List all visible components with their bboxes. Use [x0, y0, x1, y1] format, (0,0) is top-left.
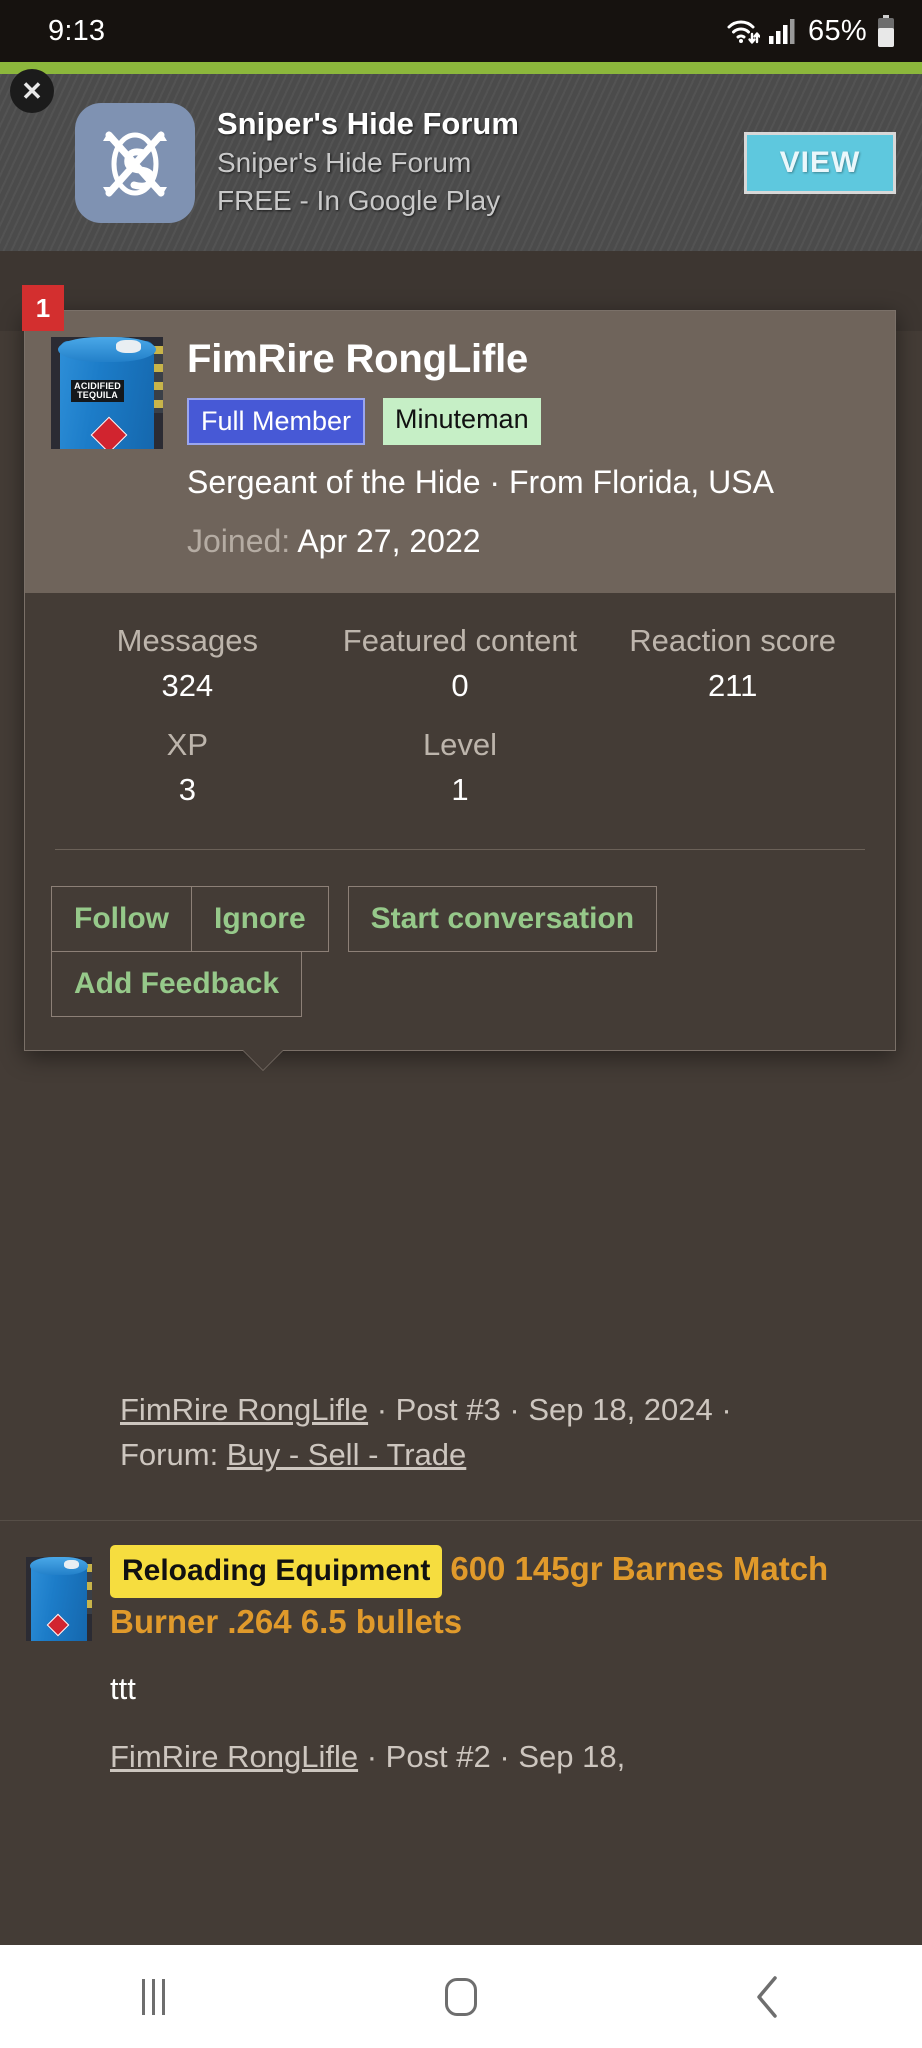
profile-card-divider [55, 849, 865, 851]
post-thumbnail [26, 1557, 92, 1641]
post-list-separator [0, 1520, 922, 1521]
post-meta-top-forum-label: Forum: [120, 1436, 227, 1472]
stats-row-1: Messages 324 Featured content 0 Reaction… [51, 619, 869, 719]
post-meta-top-forum-link[interactable]: Buy - Sell - Trade [227, 1437, 466, 1472]
post-list-item[interactable]: Reloading Equipment 600 145gr Barnes Matc… [0, 1545, 922, 1780]
ad-title: Sniper's Hide Forum [217, 106, 519, 142]
ad-banner[interactable]: Sniper's Hide Forum Sniper's Hide Forum … [0, 74, 922, 251]
stat-featured-content-value: 0 [451, 668, 469, 704]
ad-price-line: FREE - In Google Play [217, 184, 501, 216]
recent-apps-icon [142, 1978, 166, 2015]
profile-card-actions: Follow Ignore Start conversation Add Fee… [25, 860, 895, 1051]
ad-view-button[interactable]: VIEW [744, 131, 896, 194]
profile-joined-label: Joined: [187, 523, 291, 560]
android-nav-bar [0, 1945, 922, 2048]
stat-featured-content-label: Featured content [342, 623, 578, 659]
stat-xp-value: 3 [178, 772, 196, 808]
stat-xp-label: XP [166, 727, 208, 763]
start-conversation-button[interactable]: Start conversation [347, 886, 658, 953]
post-meta-bottom-date: Sep 18, [518, 1738, 626, 1774]
nav-back-button[interactable] [708, 1962, 828, 2032]
profile-badges: Full Member Minuteman [187, 397, 869, 445]
stat-level-label: Level [422, 727, 498, 763]
stat-messages-value: 324 [161, 668, 214, 704]
post-meta-top-postnum: Post #3 [395, 1392, 501, 1427]
back-chevron-icon [757, 1975, 778, 2018]
post-meta-top-author[interactable]: FimRire RongLifle [120, 1392, 368, 1427]
post-snippet: ttt [110, 1671, 136, 1707]
nav-home-button[interactable] [401, 1962, 521, 2032]
battery-percent: 65% [808, 14, 867, 47]
stats-row-2: XP 3 Level 1 [51, 723, 869, 823]
stat-reaction-score-label: Reaction score [629, 623, 837, 659]
status-clock: 9:13 [48, 14, 106, 47]
ad-text-block: Sniper's Hide Forum Sniper's Hide Forum … [217, 105, 744, 219]
snipers-hide-logo-icon [75, 102, 195, 223]
status-bar: 9:13 65% [0, 0, 922, 62]
post-meta-bottom-sep1: · [358, 1738, 386, 1774]
post-title-line: Reloading Equipment 600 145gr Barnes Matc… [110, 1545, 898, 1645]
post-meta-top: FimRire RongLifle · Post #3 · Sep 18, 20… [120, 1388, 820, 1478]
profile-card-header: ACIDIFIED TEQUILA FimRire RongLifle Full… [25, 311, 895, 594]
profile-card-stats: Messages 324 Featured content 0 Reaction… [25, 593, 895, 861]
unread-count-badge: 1 [22, 285, 64, 331]
home-icon [444, 1977, 477, 2016]
post-meta-top-sep1: · [368, 1392, 396, 1427]
stat-xp: XP 3 [51, 723, 324, 823]
ad-close-icon[interactable]: ✕ [10, 69, 54, 113]
ad-subtitle: Sniper's Hide Forum [217, 147, 472, 179]
stat-reaction-score-value: 211 [707, 668, 758, 704]
stat-messages: Messages 324 [51, 619, 324, 719]
profile-action-row-2: Add Feedback [51, 951, 869, 1018]
stat-featured-content: Featured content 0 [324, 619, 597, 719]
post-meta-bottom-sep2: · [490, 1738, 519, 1774]
nav-recent-apps-button[interactable] [94, 1962, 214, 2032]
ad-accent-bar [0, 62, 922, 74]
post-meta-bottom-postnum: Post #2 [385, 1738, 491, 1774]
stat-reaction-score: Reaction score 211 [596, 619, 869, 719]
signal-bars-icon [769, 18, 797, 44]
status-icons: 65% [726, 15, 896, 48]
post-meta-bottom: FimRire RongLifle · Post #2 · Sep 18, [110, 1735, 898, 1780]
add-feedback-button[interactable]: Add Feedback [51, 951, 303, 1018]
profile-joined: Joined: Apr 27, 2022 [187, 520, 869, 563]
profile-username[interactable]: FimRire RongLifle [187, 337, 869, 382]
wifi-updown-icon [726, 16, 761, 46]
follow-button[interactable]: Follow [51, 886, 192, 953]
stat-level-value: 1 [451, 772, 469, 808]
ignore-button[interactable]: Ignore [190, 886, 329, 953]
profile-hover-card: ACIDIFIED TEQUILA FimRire RongLifle Full… [24, 310, 896, 1071]
avatar[interactable]: ACIDIFIED TEQUILA [51, 337, 163, 449]
post-meta-top-sep3: · [712, 1392, 732, 1427]
post-content: Reloading Equipment 600 145gr Barnes Matc… [110, 1545, 898, 1780]
battery-icon [876, 15, 896, 47]
stat-empty [596, 723, 869, 823]
badge-full-member: Full Member [187, 397, 366, 445]
profile-user-title: Sergeant of the Hide · From Florida, USA [187, 463, 774, 500]
profile-action-row-1: Follow Ignore Start conversation [51, 886, 869, 953]
badge-minuteman: Minuteman [383, 397, 541, 445]
profile-joined-value: Apr 27, 2022 [297, 523, 481, 560]
post-meta-top-date: Sep 18, 2024 [528, 1392, 713, 1427]
post-meta-top-sep2: · [500, 1392, 529, 1427]
stat-messages-label: Messages [116, 623, 258, 659]
post-meta-bottom-author[interactable]: FimRire RongLifle [110, 1739, 358, 1774]
post-prefix-badge[interactable]: Reloading Equipment [110, 1545, 443, 1598]
stat-level: Level 1 [324, 723, 597, 823]
avatar-barrel-label: ACIDIFIED TEQUILA [71, 379, 124, 403]
phone-screen: 9:13 65% Sniper's Hide Forum Sniper's Hi… [0, 0, 922, 2048]
card-pointer-arrow [243, 1050, 283, 1071]
